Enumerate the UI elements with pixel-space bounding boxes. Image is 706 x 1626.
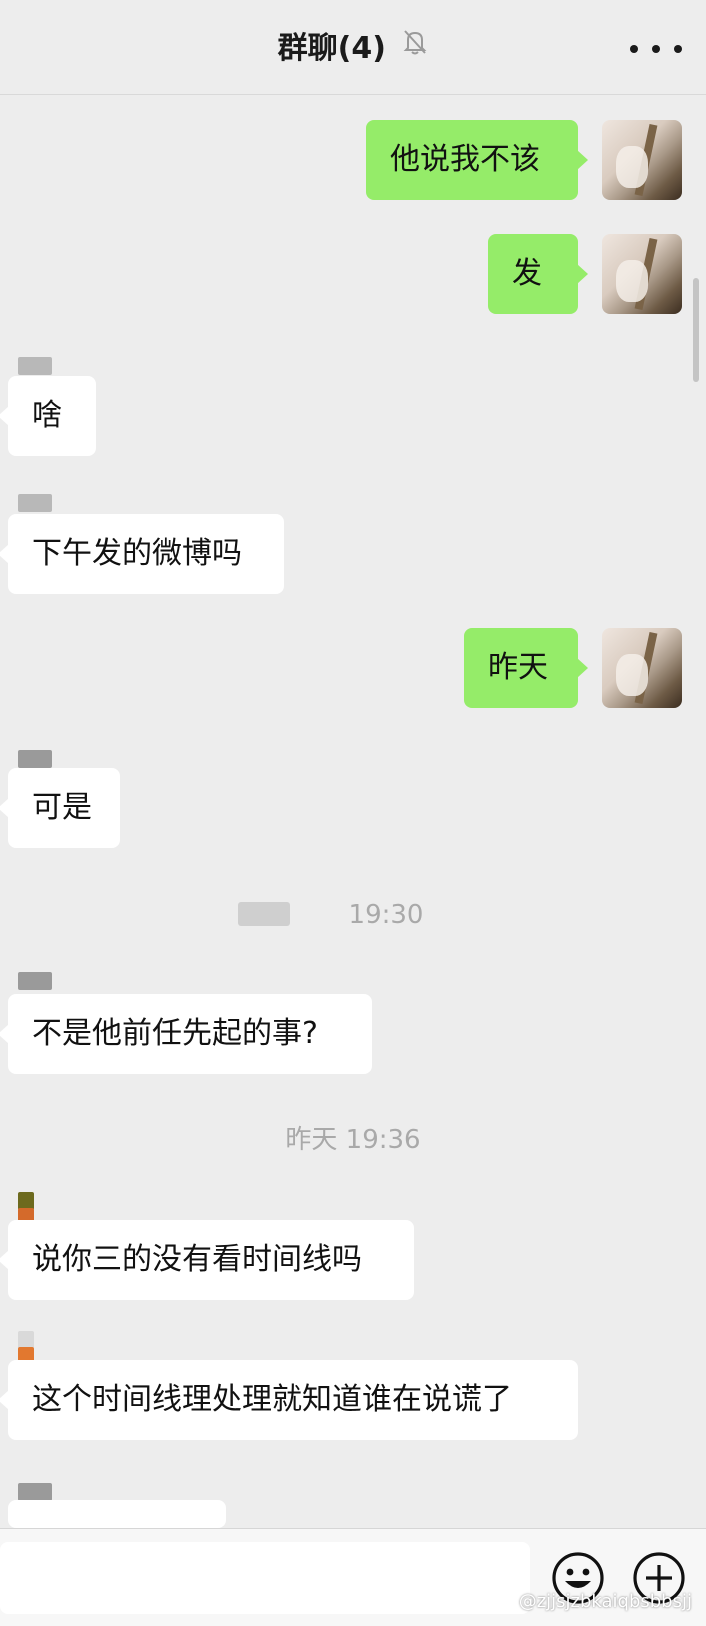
timestamp: 19:30 <box>348 900 424 930</box>
chat-title-wrap: 群聊(4) <box>0 28 706 70</box>
sender-name <box>18 1483 52 1501</box>
message-bubble-received[interactable]: 下午发的微博吗 <box>0 514 284 594</box>
watermark: @zjjsjzbkaiqbsbbsjj <box>518 1591 692 1612</box>
message-bubble-sent[interactable]: 昨天 <box>464 628 588 708</box>
message-bubble-received[interactable]: 啥 <box>0 376 96 456</box>
message-bubble-received[interactable]: 这个时间线理处理就知道谁在说谎了 <box>0 1360 578 1440</box>
avatar[interactable] <box>602 234 682 314</box>
sender-name <box>18 357 52 375</box>
more-dots-icon[interactable] <box>630 30 682 68</box>
message-bubble-received[interactable]: 不是他前任先起的事? <box>0 994 372 1074</box>
avatar[interactable] <box>602 628 682 708</box>
sender-name <box>18 494 52 512</box>
message-bubble-sent[interactable]: 他说我不该 <box>366 120 588 200</box>
chat-screen: 群聊(4) 他说我不该 发 啥 下午发的微博吗 昨天 可是 19:30 不是他前… <box>0 0 706 1626</box>
scrollbar[interactable] <box>693 278 699 382</box>
message-bubble-received[interactable] <box>0 1500 226 1550</box>
avatar[interactable] <box>602 120 682 200</box>
dot <box>674 45 682 53</box>
timestamp: 昨天 19:36 <box>285 1125 421 1155</box>
dot <box>652 45 660 53</box>
message-input[interactable] <box>0 1542 530 1614</box>
chat-title[interactable]: 群聊(4) <box>278 31 386 66</box>
sender-name <box>18 750 52 768</box>
message-bubble-received[interactable]: 说你三的没有看时间线吗 <box>0 1220 414 1300</box>
message-bubble-sent[interactable]: 发 <box>488 234 588 314</box>
dot <box>630 45 638 53</box>
message-bubble-received[interactable]: 可是 <box>0 768 120 848</box>
bell-off-icon <box>402 26 428 68</box>
chat-header: 群聊(4) <box>0 0 706 95</box>
sender-name <box>18 972 52 990</box>
